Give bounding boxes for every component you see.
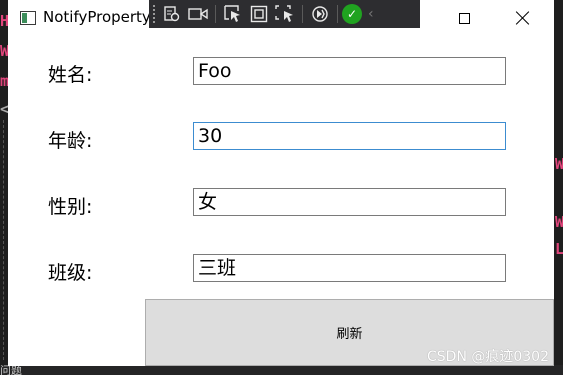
maximize-button[interactable] (441, 0, 487, 36)
watermark: CSDN @痕迹0302 (427, 349, 549, 365)
age-label: 年龄: (48, 130, 93, 152)
live-visual-tree-icon[interactable] (159, 0, 185, 28)
ide-glyph: W (555, 155, 563, 173)
name-label: 姓名: (48, 64, 93, 86)
gender-input[interactable]: 女 (193, 188, 506, 216)
name-input[interactable]: Foo (193, 57, 506, 85)
gender-label: 性别: (48, 196, 93, 218)
age-input[interactable]: 30 (193, 122, 506, 150)
close-icon (516, 11, 530, 25)
class-input[interactable]: 三班 (193, 254, 506, 282)
ide-right-strip (554, 0, 563, 375)
maximize-icon (458, 12, 470, 24)
collapse-chevron-icon[interactable]: ‹ (368, 6, 374, 22)
hot-reload-icon[interactable] (307, 0, 333, 28)
close-button[interactable] (500, 0, 546, 36)
ide-status-area (0, 365, 563, 375)
toolbar-separator (215, 5, 216, 23)
ide-glyph: W (555, 213, 563, 231)
app-window: NotifyPropertyChanged Sample 姓名: Foo 年龄:… (8, 0, 554, 366)
video-icon[interactable] (185, 0, 211, 28)
ide-glyph: L (555, 240, 563, 258)
ide-indent-guide (3, 120, 4, 360)
status-ok-icon[interactable]: ✓ (342, 4, 362, 24)
toolbar-separator (337, 5, 338, 23)
toolbar-separator (302, 5, 303, 23)
xaml-debug-toolbar: ✓ ‹ (149, 0, 420, 28)
app-icon (20, 11, 36, 25)
display-adorners-icon[interactable] (246, 0, 272, 28)
class-label: 班级: (48, 262, 93, 284)
select-element-icon[interactable] (220, 0, 246, 28)
refresh-button-label: 刷新 (336, 327, 363, 342)
track-focus-icon[interactable] (272, 0, 298, 28)
